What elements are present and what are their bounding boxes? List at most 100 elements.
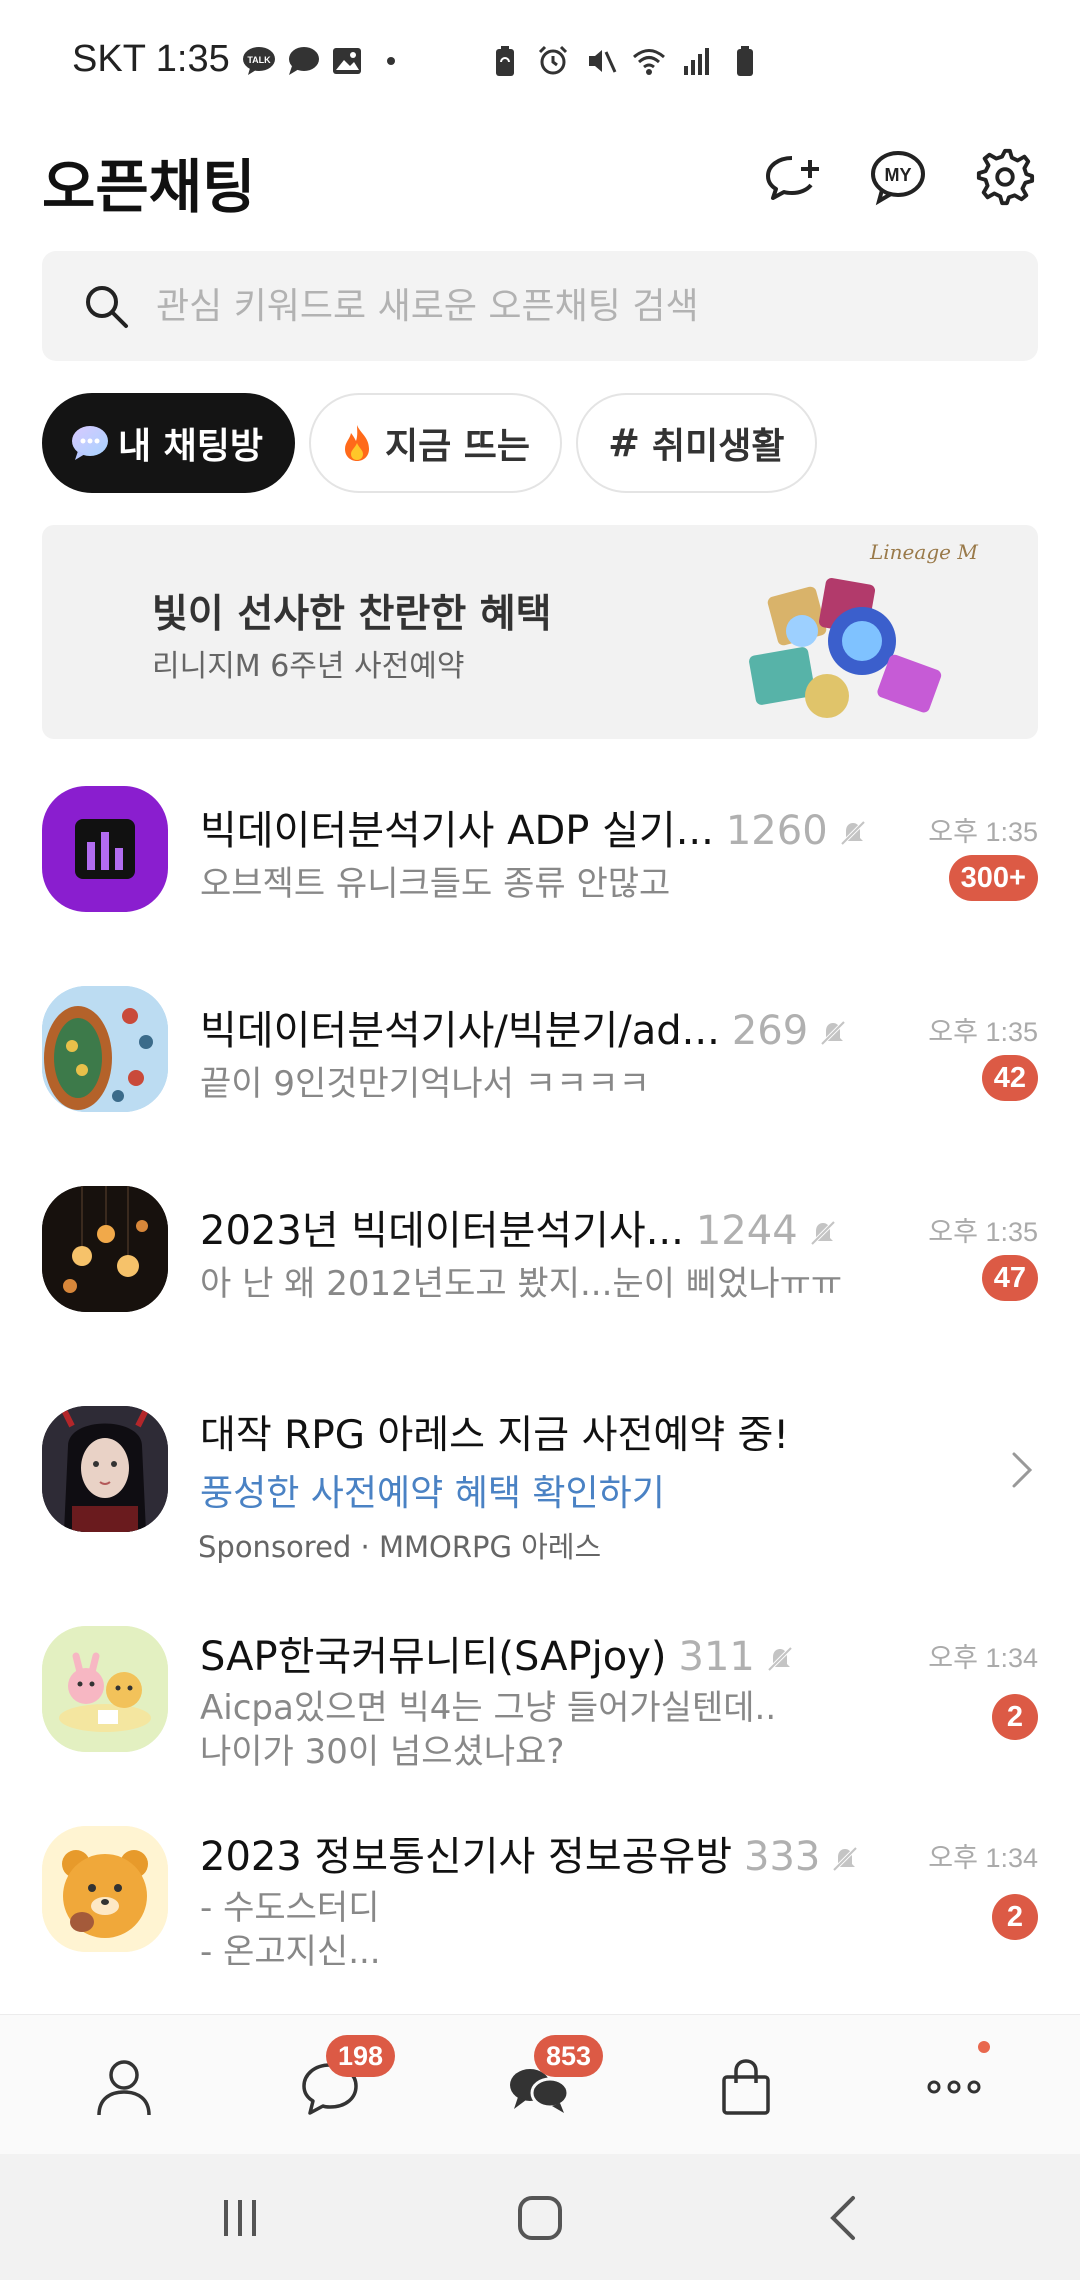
filter-chips: 내 채팅방 지금 뜨는 # 취미생활 [42, 393, 817, 493]
chip-hobby[interactable]: # 취미생활 [576, 393, 817, 493]
nav-shopping[interactable] [714, 2055, 778, 2119]
status-bar: SKT 1:35 TALK [0, 0, 1080, 128]
nav-friends[interactable] [92, 2055, 156, 2119]
avatar [42, 1826, 168, 1952]
battery-saver-icon [496, 46, 514, 76]
image-icon [333, 48, 361, 74]
nav-openchat[interactable]: 853 [506, 2035, 604, 2119]
signal-icon [684, 48, 709, 75]
chip-my-chatrooms[interactable]: 내 채팅방 [42, 393, 296, 493]
mute-icon [589, 50, 617, 73]
banner-title: 빛이 선사한 찬란한 혜택 [152, 592, 552, 637]
last-message: 오브젝트 유니크들도 종류 안많고 [200, 864, 671, 904]
status-time: SKT 1:35 [72, 38, 230, 80]
chat-row[interactable]: SAP한국커뮤니티(SAPjoy) 311 Aicpa있으면 빅4는 그냥 들어가… [0, 1600, 1080, 1800]
svg-text:TALK: TALK [247, 55, 271, 65]
message-time: 오후 1:35 [928, 817, 1038, 847]
new-chat-button[interactable] [758, 142, 826, 210]
avatar [42, 1626, 168, 1752]
unread-badge: 2 [992, 1694, 1038, 1740]
ad-avatar [42, 1406, 168, 1532]
member-count: 1260 [725, 808, 828, 854]
chip-trending[interactable]: 지금 뜨는 [309, 393, 563, 493]
avatar [42, 986, 168, 1112]
mute-icon [810, 1220, 836, 1246]
recent-apps-icon[interactable] [210, 2188, 270, 2248]
last-message: 끝이 9인것만기억나서 ㅋㅋㅋㅋ [200, 1064, 650, 1104]
chart-logo-icon [75, 819, 135, 879]
nav-chats[interactable]: 198 [298, 2035, 396, 2119]
avatar [42, 1186, 168, 1312]
nav-more[interactable] [922, 2041, 990, 2119]
chip-label: 지금 뜨는 [385, 426, 531, 467]
sponsored-ad[interactable]: 대작 RPG 아레스 지금 사전예약 중! 풍성한 사전예약 혜택 확인하기 S… [0, 1354, 1080, 1564]
search-bar[interactable] [42, 251, 1038, 361]
ad-link[interactable]: 풍성한 사전예약 혜택 확인하기 [200, 1464, 665, 1516]
fire-icon [345, 425, 370, 461]
talk-icon: TALK [243, 47, 275, 75]
chats-badge: 198 [326, 2035, 396, 2077]
chat-bubble-icon [72, 426, 108, 460]
chat-title: 2023년 빅데이터분석기사... [200, 1208, 684, 1254]
hash-icon: # [608, 421, 640, 465]
chat-title: 빅데이터분석기사/빅분기/ad... [200, 1008, 720, 1054]
promo-banner[interactable]: 빛이 선사한 찬란한 혜택 리니지M 6주년 사전예약 Lineage M [42, 525, 1038, 739]
my-icon: MY [871, 151, 925, 206]
chevron-right-icon[interactable] [1004, 1446, 1040, 1494]
my-label: MY [885, 165, 912, 185]
mute-icon [832, 1846, 858, 1872]
banner-art-logo: Lineage M [869, 540, 978, 564]
page-title: 오픈채팅 [42, 155, 256, 220]
unread-badge: 300+ [948, 855, 1038, 901]
my-button[interactable]: MY [864, 142, 932, 210]
more-icon [927, 2080, 981, 2094]
back-icon[interactable] [815, 2188, 875, 2248]
wifi-icon [633, 49, 665, 75]
chat-row[interactable]: 빅데이터분석기사 ADP 실기... 1260 오브젝트 유니크들도 종류 안많고… [0, 754, 1080, 954]
character-group-icon [42, 1626, 168, 1752]
chat-bubble-icon [289, 47, 319, 75]
alarm-icon [538, 45, 568, 75]
chat-row[interactable]: 2023년 빅데이터분석기사... 1244 아 난 왜 2012년도고 봤지..… [0, 1154, 1080, 1354]
painting-avatar-icon [42, 986, 168, 1112]
chip-label: 취미생활 [652, 426, 785, 467]
chat-title: 빅데이터분석기사 ADP 실기... [200, 808, 714, 854]
battery-icon [737, 46, 753, 76]
shopping-icon [722, 2059, 770, 2115]
chip-label: 내 채팅방 [118, 426, 264, 467]
last-message-line2: - 온고지신... [200, 1932, 381, 1972]
header: 오픈채팅 MY [0, 128, 1080, 248]
chat-title: SAP한국커뮤니티(SAPjoy) [200, 1634, 667, 1680]
message-time: 오후 1:34 [928, 1643, 1038, 1673]
avatar [42, 786, 168, 912]
banner-subtitle: 리니지M 6주년 사전예약 [152, 649, 465, 684]
ad-title: 대작 RPG 아레스 지금 사전예약 중! [200, 1413, 790, 1458]
member-count: 311 [678, 1634, 755, 1680]
unread-badge: 2 [992, 1894, 1038, 1940]
mute-icon [820, 1020, 846, 1046]
home-icon[interactable] [510, 2188, 570, 2248]
bottom-nav: 198 853 [0, 2014, 1080, 2154]
last-message-line1: - 수도스터디 [200, 1888, 380, 1928]
system-nav [0, 2154, 1080, 2280]
last-message: 아 난 왜 2012년도고 봤지...눈이 삐었나ㅠㅠ [200, 1264, 843, 1304]
gear-icon [976, 148, 1035, 206]
member-count: 333 [744, 1834, 821, 1880]
notification-dot [978, 2041, 990, 2053]
last-message-line2: 나이가 30이 넘으셨나요? [200, 1732, 565, 1772]
last-message-line1: Aicpa있으면 빅4는 그냥 들어가실텐데.. [200, 1688, 777, 1728]
dot-icon [387, 57, 395, 65]
member-count: 1244 [695, 1208, 798, 1254]
chat-title: 2023 정보통신기사 정보공유방 [200, 1834, 733, 1880]
search-input[interactable] [156, 251, 1016, 361]
settings-button[interactable] [971, 142, 1039, 210]
ad-meta: Sponsored · MMORPG 아레스 [198, 1530, 602, 1564]
chat-row[interactable]: 빅데이터분석기사/빅분기/ad... 269 끝이 9인것만기억나서 ㅋㅋㅋㅋ 오… [0, 954, 1080, 1154]
mute-icon [840, 820, 866, 846]
banner-game-art: Lineage M [749, 540, 978, 718]
unread-badge: 42 [981, 1055, 1038, 1101]
unread-badge: 47 [981, 1255, 1038, 1301]
mute-icon [767, 1646, 793, 1672]
chat-row[interactable]: 2023 정보통신기사 정보공유방 333 - 수도스터디 - 온고지신... 오… [0, 1800, 1080, 2000]
lightbulb-avatar-icon [42, 1186, 168, 1312]
